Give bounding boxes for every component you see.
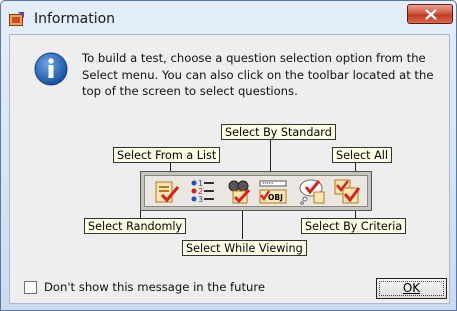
callout-select-from-list: Select From a List (113, 147, 221, 163)
select-by-standard-icon: ***** OBJ (259, 180, 287, 204)
app-icon (9, 12, 24, 26)
svg-text:OBJ: OBJ (268, 193, 283, 202)
callout-select-while-viewing: Select While Viewing (182, 240, 307, 256)
close-button[interactable] (407, 4, 453, 24)
toolbar-diagram: Select By Standard Select From a List Se… (10, 35, 451, 305)
select-while-viewing-icon (228, 180, 251, 204)
window-title: Information (34, 11, 116, 27)
svg-text:*****: ***** (262, 182, 274, 188)
toolbar-inner: 1 2 3 ***** OBJ (144, 175, 368, 207)
connector-line (140, 210, 141, 218)
svg-text:3: 3 (198, 195, 203, 204)
select-randomly-icon: 1 2 3 (191, 179, 214, 204)
title-bar[interactable]: Information (1, 1, 456, 34)
select-by-criteria-icon (299, 179, 325, 205)
select-all-icon (334, 179, 361, 204)
close-icon (425, 9, 437, 20)
information-dialog: Information To build a test, choose a qu… (0, 0, 457, 311)
connector-line (355, 210, 356, 218)
callout-select-all: Select All (332, 147, 392, 163)
dont-show-checkbox-label[interactable]: Don't show this message in the future (44, 280, 265, 294)
connector-line (242, 210, 243, 239)
dont-show-checkbox[interactable] (24, 281, 37, 294)
dialog-body: To build a test, choose a question selec… (9, 34, 450, 304)
select-from-list-icon (155, 181, 180, 203)
callout-select-by-standard: Select By Standard (221, 124, 336, 140)
connector-line (270, 140, 271, 172)
ok-button-label: OK (402, 281, 421, 295)
callout-select-randomly: Select Randomly (84, 218, 187, 234)
toolbar-illustration: 1 2 3 ***** OBJ (140, 171, 372, 211)
ok-button[interactable]: OK (376, 278, 447, 299)
callout-select-by-criteria: Select By Criteria (301, 218, 407, 234)
